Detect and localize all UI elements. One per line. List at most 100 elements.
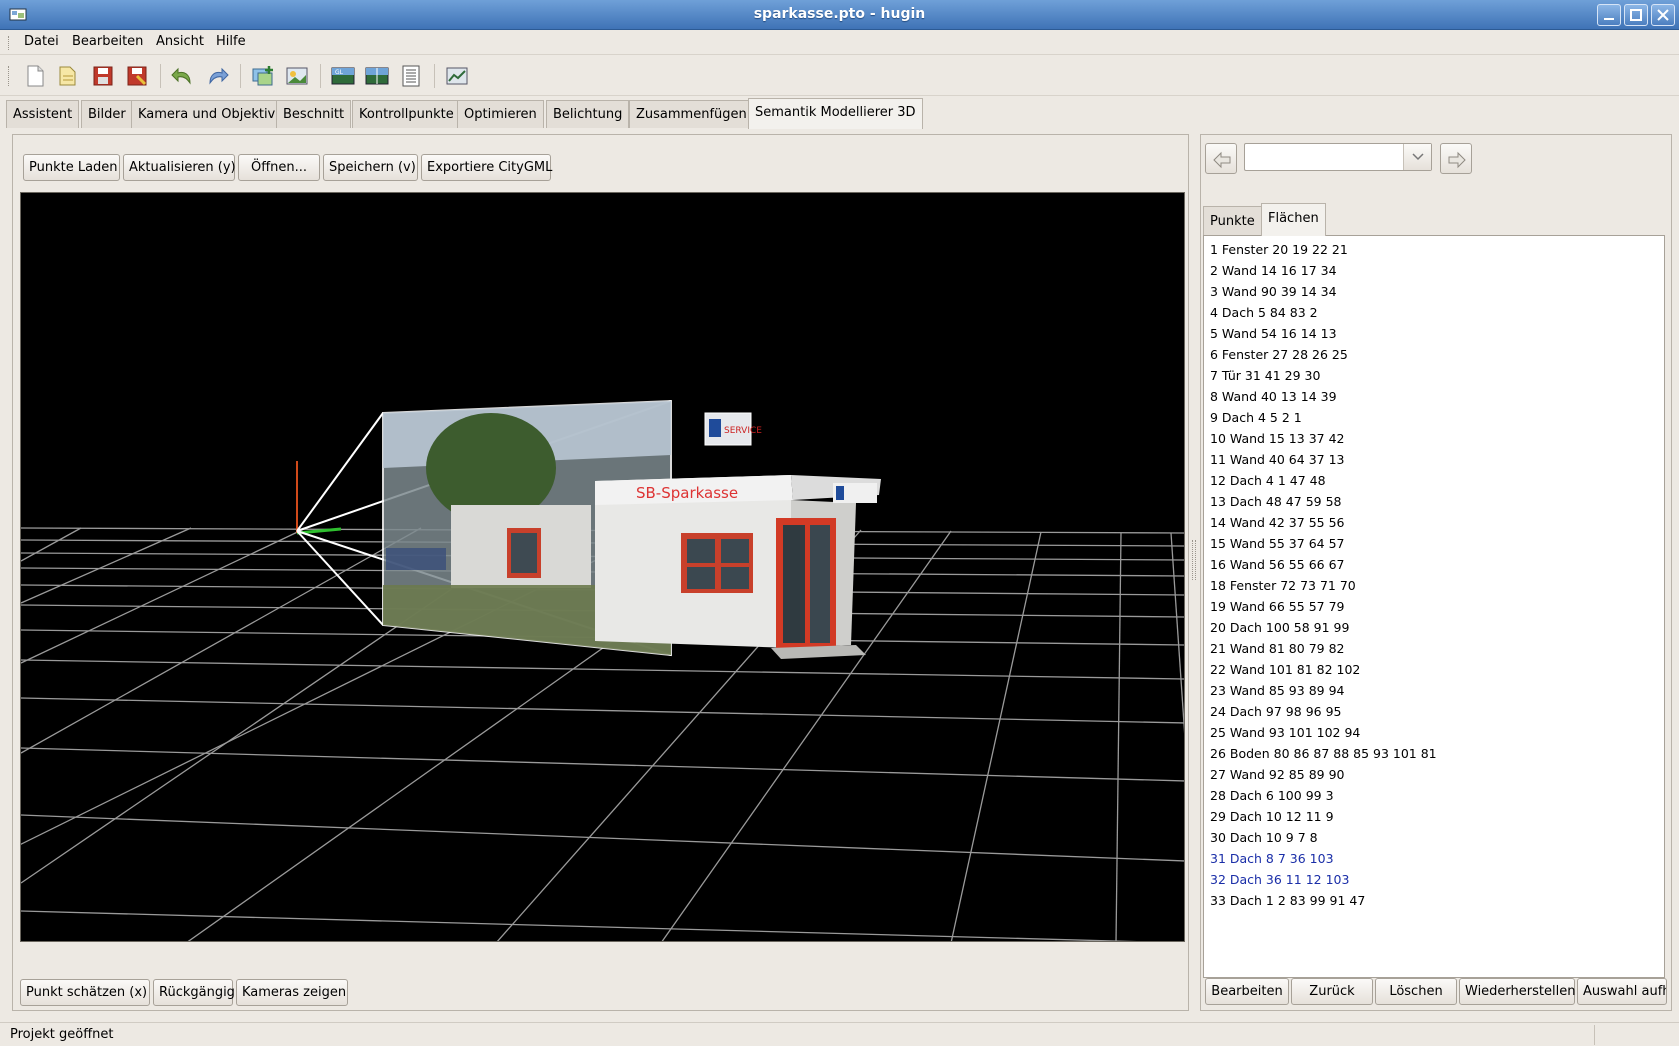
list-item[interactable]: 19 Wand 66 55 57 79 bbox=[1210, 599, 1344, 614]
window-title: sparkasse.pto - hugin bbox=[753, 6, 926, 22]
deselect-button[interactable]: Auswahl aufh bbox=[1577, 978, 1667, 1005]
list-item[interactable]: 27 Wand 92 85 89 90 bbox=[1210, 767, 1344, 782]
list-item[interactable]: 10 Wand 15 13 37 42 bbox=[1210, 431, 1344, 446]
list-item[interactable]: 33 Dach 1 2 83 99 91 47 bbox=[1210, 893, 1365, 908]
new-icon[interactable] bbox=[22, 63, 48, 89]
status-text: Projekt geöffnet bbox=[10, 1027, 114, 1042]
svg-text:GL: GL bbox=[335, 69, 344, 76]
list-item[interactable]: 28 Dach 6 100 99 3 bbox=[1210, 788, 1334, 803]
back-button[interactable]: Zurück bbox=[1291, 978, 1373, 1005]
next-button[interactable] bbox=[1440, 143, 1472, 174]
tab-flaechen[interactable]: Flächen bbox=[1261, 203, 1326, 236]
tab-semantik-modellierer-3d[interactable]: Semantik Modellierer 3D bbox=[748, 98, 923, 129]
3d-viewport[interactable]: SB-Sparkasse SERVICE bbox=[20, 192, 1185, 942]
list-item[interactable]: 14 Wand 42 37 55 56 bbox=[1210, 515, 1344, 530]
tab-assistent[interactable]: Assistent bbox=[6, 100, 80, 128]
list-item[interactable]: 2 Wand 14 16 17 34 bbox=[1210, 263, 1337, 278]
list-item[interactable]: 7 Tür 31 41 29 30 bbox=[1210, 368, 1320, 383]
toolbar-separator bbox=[320, 64, 321, 88]
faces-list[interactable]: 1 Fenster 20 19 22 21 2 Wand 14 16 17 34… bbox=[1203, 235, 1665, 978]
toolbar-separator bbox=[240, 64, 241, 88]
menubar-grip[interactable] bbox=[8, 36, 12, 50]
save-button[interactable]: Speichern (v) bbox=[323, 154, 418, 181]
minimize-icon bbox=[1604, 18, 1614, 20]
list-item[interactable]: 29 Dach 10 12 11 9 bbox=[1210, 809, 1334, 824]
toolbar-grip[interactable] bbox=[8, 66, 12, 86]
tab-zusammenfuegen[interactable]: Zusammenfügen bbox=[629, 100, 754, 128]
tab-kamera-und-objektiv[interactable]: Kamera und Objektiv bbox=[131, 100, 283, 128]
sign-text: SB-Sparkasse bbox=[636, 484, 738, 502]
show-cameras-button[interactable]: Kameras zeigen bbox=[236, 979, 348, 1006]
list-item[interactable]: 21 Wand 81 80 79 82 bbox=[1210, 641, 1344, 656]
tab-bilder[interactable]: Bilder bbox=[81, 100, 133, 128]
combo-dropdown-button[interactable] bbox=[1403, 144, 1431, 170]
list-item[interactable]: 24 Dach 97 98 96 95 bbox=[1210, 704, 1341, 719]
tab-belichtung[interactable]: Belichtung bbox=[546, 100, 630, 128]
title-bar: sparkasse.pto - hugin bbox=[0, 0, 1679, 30]
toolbar: GL bbox=[0, 56, 1679, 96]
edit-button[interactable]: Bearbeiten bbox=[1205, 978, 1289, 1005]
add-images-icon[interactable] bbox=[250, 63, 276, 89]
open-button[interactable]: Öffnen... bbox=[238, 154, 320, 181]
face-select-combo[interactable] bbox=[1244, 143, 1432, 171]
status-cell bbox=[1594, 1025, 1674, 1045]
list-item[interactable]: 15 Wand 55 37 64 57 bbox=[1210, 536, 1344, 551]
list-item[interactable]: 23 Wand 85 93 89 94 bbox=[1210, 683, 1344, 698]
gl-preview-icon[interactable]: GL bbox=[330, 63, 356, 89]
menu-bar: Datei Bearbeiten Ansicht Hilfe bbox=[0, 30, 1679, 55]
undo-icon[interactable] bbox=[170, 63, 196, 89]
list-item[interactable]: 1 Fenster 20 19 22 21 bbox=[1210, 242, 1348, 257]
panorama-list-icon[interactable] bbox=[398, 63, 424, 89]
previous-button[interactable] bbox=[1205, 143, 1237, 174]
maximize-icon bbox=[1630, 9, 1642, 21]
list-item[interactable]: 31 Dach 8 7 36 103 bbox=[1210, 851, 1334, 866]
list-item[interactable]: 4 Dach 5 84 83 2 bbox=[1210, 305, 1318, 320]
list-item[interactable]: 26 Boden 80 86 87 88 85 93 101 81 bbox=[1210, 746, 1437, 761]
list-item[interactable]: 18 Fenster 72 73 71 70 bbox=[1210, 578, 1356, 593]
menu-bearbeiten[interactable]: Bearbeiten bbox=[72, 34, 143, 49]
restore-button[interactable]: Wiederherstellen bbox=[1459, 978, 1575, 1005]
list-item[interactable]: 6 Fenster 27 28 26 25 bbox=[1210, 347, 1348, 362]
tab-optimieren[interactable]: Optimieren bbox=[457, 100, 544, 128]
delete-button[interactable]: Löschen bbox=[1375, 978, 1457, 1005]
list-item[interactable]: 25 Wand 93 101 102 94 bbox=[1210, 725, 1360, 740]
list-item[interactable]: 32 Dach 36 11 12 103 bbox=[1210, 872, 1349, 887]
panel-splitter[interactable] bbox=[1192, 540, 1196, 580]
load-points-button[interactable]: Punkte Laden bbox=[23, 154, 120, 181]
refresh-button[interactable]: Aktualisieren (y) bbox=[123, 154, 236, 181]
tab-kontrollpunkte[interactable]: Kontrollpunkte bbox=[352, 100, 461, 128]
list-item[interactable]: 20 Dach 100 58 91 99 bbox=[1210, 620, 1349, 635]
fast-preview-icon[interactable] bbox=[364, 63, 390, 89]
estimate-point-button[interactable]: Punkt schätzen (x) bbox=[20, 979, 150, 1006]
list-item[interactable]: 12 Dach 4 1 47 48 bbox=[1210, 473, 1326, 488]
maximize-button[interactable] bbox=[1624, 4, 1648, 26]
list-item[interactable]: 9 Dach 4 5 2 1 bbox=[1210, 410, 1302, 425]
arrow-left-icon bbox=[1213, 151, 1231, 169]
redo-icon[interactable] bbox=[204, 63, 230, 89]
tab-beschnitt[interactable]: Beschnitt bbox=[276, 100, 352, 128]
undo-button[interactable]: Rückgängig bbox=[153, 979, 235, 1006]
menu-hilfe[interactable]: Hilfe bbox=[216, 34, 246, 49]
close-button[interactable] bbox=[1651, 4, 1675, 26]
save-icon[interactable] bbox=[90, 63, 116, 89]
toolbar-separator bbox=[160, 64, 161, 88]
billboard-text: SERVICE bbox=[724, 426, 762, 436]
export-citygml-button[interactable]: Exportiere CityGML bbox=[421, 154, 552, 181]
menu-datei[interactable]: Datei bbox=[24, 34, 59, 49]
tab-punkte[interactable]: Punkte bbox=[1203, 206, 1262, 235]
open-icon[interactable] bbox=[55, 63, 81, 89]
list-item[interactable]: 30 Dach 10 9 7 8 bbox=[1210, 830, 1318, 845]
main-tab-bar: Assistent Bilder Kamera und Objektiv Bes… bbox=[6, 98, 1674, 129]
list-item[interactable]: 13 Dach 48 47 59 58 bbox=[1210, 494, 1341, 509]
minimize-button[interactable] bbox=[1597, 4, 1621, 26]
list-item[interactable]: 8 Wand 40 13 14 39 bbox=[1210, 389, 1337, 404]
list-item[interactable]: 11 Wand 40 64 37 13 bbox=[1210, 452, 1344, 467]
list-item[interactable]: 22 Wand 101 81 82 102 bbox=[1210, 662, 1360, 677]
menu-ansicht[interactable]: Ansicht bbox=[156, 34, 204, 49]
save-as-icon[interactable] bbox=[124, 63, 150, 89]
list-item[interactable]: 3 Wand 90 39 14 34 bbox=[1210, 284, 1337, 299]
list-item[interactable]: 16 Wand 56 55 66 67 bbox=[1210, 557, 1344, 572]
add-image-series-icon[interactable] bbox=[284, 63, 310, 89]
run-optimizer-icon[interactable] bbox=[444, 63, 470, 89]
list-item[interactable]: 5 Wand 54 16 14 13 bbox=[1210, 326, 1337, 341]
